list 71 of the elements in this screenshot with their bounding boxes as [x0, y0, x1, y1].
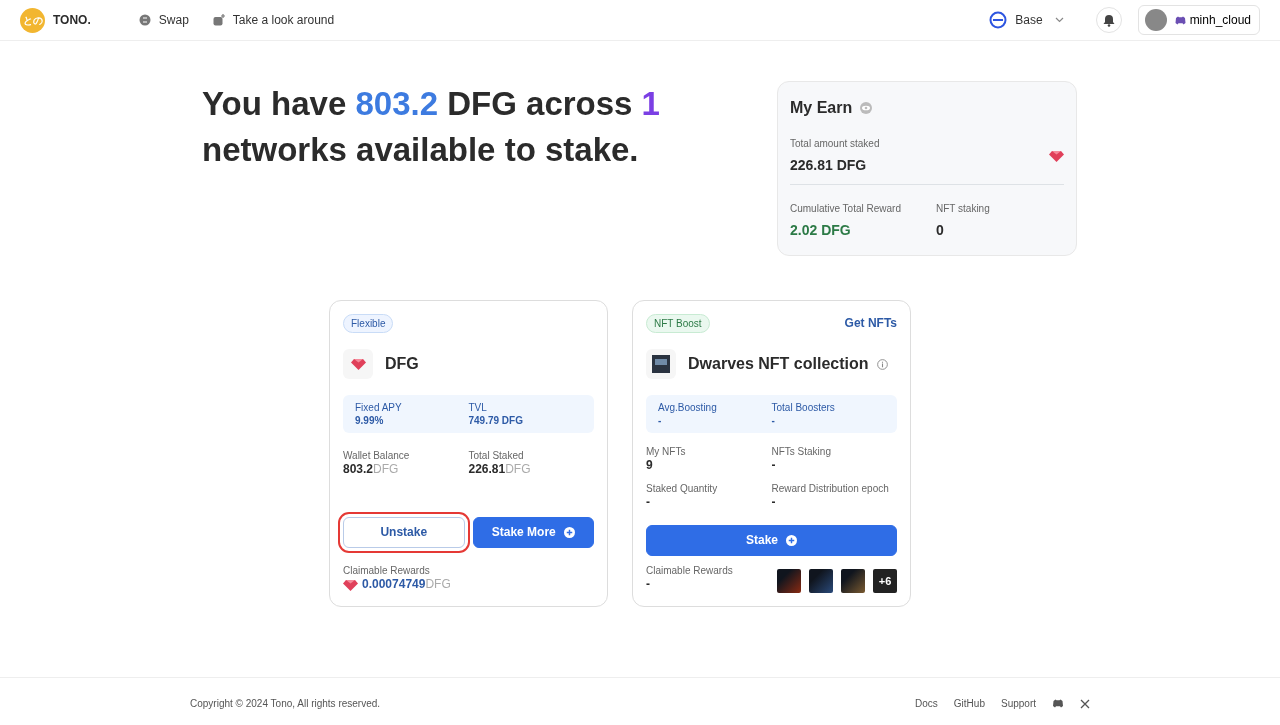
stat-value: 226.81DFG — [468, 462, 532, 478]
stat-label: Total Staked — [468, 449, 525, 462]
footer-link[interactable]: Docs — [915, 696, 938, 711]
plus-circle-icon — [563, 527, 575, 539]
stat-value: - — [646, 494, 651, 511]
chevron-down-icon — [1054, 17, 1064, 23]
panel-title: My Earn — [790, 98, 853, 118]
gem-icon — [1049, 150, 1064, 162]
network-icon — [989, 11, 1008, 29]
discord-icon[interactable] — [1052, 699, 1064, 708]
stat-value: - — [771, 494, 777, 511]
copyright-text: Copyright © 2024 Tono, All rights reserved. — [190, 697, 381, 711]
stat-label: NFTs Staking — [771, 445, 832, 458]
footer-link[interactable]: Support — [1000, 696, 1036, 711]
stat-value: 803.2DFG — [343, 462, 400, 478]
bell-icon — [1102, 13, 1115, 27]
nft-thumbnail — [809, 569, 833, 593]
stake-button[interactable]: Stake — [646, 525, 897, 557]
stat-value: 0 — [936, 221, 945, 240]
info-icon — [876, 358, 888, 370]
reward-value: 0.00074749DFG — [362, 577, 451, 593]
photo-add-icon — [212, 14, 225, 26]
stake-more-button[interactable]: Stake More — [472, 517, 594, 549]
tag: Flexible — [343, 314, 394, 333]
card-title: Dwarves NFT collection — [688, 353, 869, 374]
card-title: DFG — [385, 353, 419, 374]
stat-label: Total Boosters — [771, 401, 836, 414]
network-selector[interactable]: Base — [989, 11, 1064, 29]
discord-icon — [1174, 15, 1186, 25]
eye-icon — [860, 102, 873, 114]
swap-icon — [138, 14, 151, 26]
stat-label: Total amount staked — [790, 137, 880, 151]
stat-value: 749.79 DFG — [468, 414, 524, 427]
get-nfts-link[interactable]: Get NFTs — [844, 315, 897, 332]
footer-link[interactable]: GitHub — [953, 696, 985, 711]
nav-link[interactable]: Take a look around — [212, 11, 335, 29]
stat-value: - — [771, 414, 776, 427]
stat-label: TVL — [468, 401, 488, 414]
tag: NFT Boost — [646, 314, 710, 333]
stat-label: Avg.Boosting — [658, 401, 718, 414]
nft-thumbnail — [841, 569, 865, 593]
avatar — [1144, 9, 1167, 31]
stat-label: Claimable Rewards — [646, 564, 733, 578]
stat-label: Cumulative Total Reward — [790, 202, 902, 216]
brand-name: TONO. — [53, 12, 91, 29]
more-nfts-count[interactable]: +6 — [873, 569, 897, 593]
stat-value: - — [771, 458, 777, 474]
x-icon[interactable] — [1080, 698, 1090, 709]
stat-value: 9 — [646, 458, 654, 474]
stat-label: My NFTs — [646, 445, 687, 458]
stat-label: NFT staking — [936, 202, 990, 216]
stat-value: - — [658, 414, 663, 427]
stat-value: 9.99% — [355, 414, 385, 427]
username: minh_cloud — [1189, 12, 1251, 29]
gem-icon — [343, 579, 358, 591]
plus-circle-icon — [786, 535, 797, 547]
stat-label: Staked Quantity — [646, 481, 719, 495]
stat-value: 226.81 DFG — [790, 156, 868, 175]
stat-label: Fixed APY — [355, 401, 403, 414]
stat-value: 2.02 DFG — [790, 221, 852, 240]
nav-link[interactable]: Swap — [138, 11, 189, 29]
nft-thumbnail — [777, 569, 801, 593]
stat-label: Wallet Balance — [343, 449, 411, 462]
token-icon — [343, 349, 373, 379]
user-menu-button[interactable]: minh_cloud — [1137, 5, 1260, 35]
collection-thumbnail — [646, 349, 676, 379]
notification-button[interactable] — [1095, 7, 1122, 33]
headline: You have 803.2 DFG across 1 networks available to stake. — [202, 84, 661, 171]
stat-label: Claimable Rewards — [343, 564, 431, 578]
reward-value: - — [646, 577, 651, 593]
stat-label: Reward Distribution epoch — [771, 481, 890, 495]
